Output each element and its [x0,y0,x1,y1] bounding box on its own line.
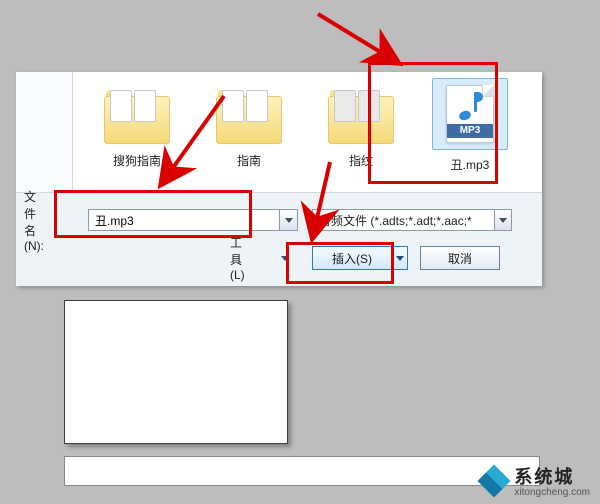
cancel-button[interactable]: 取消 [420,246,500,270]
tools-label: 工具(L) [230,234,245,282]
filter-text: 音频文件 (*.adts;*.adt;*.aac;* [319,212,472,229]
background-panel [16,300,576,486]
file-type-filter[interactable]: 音频文件 (*.adts;*.adt;*.aac;* [312,209,512,231]
chevron-down-icon [499,218,507,223]
tools-dropdown-button[interactable] [276,247,294,269]
chevron-down-icon [285,218,293,223]
filename-label: 文件名(N): [24,188,44,253]
mp3-badge: MP3 [447,124,493,138]
folder-item[interactable]: 指纹 [311,88,411,169]
folder-icon [216,88,282,144]
places-bar[interactable] [16,72,72,192]
filename-input[interactable] [88,209,280,231]
preview-box [64,300,288,444]
bottom-strip [64,456,540,486]
insert-button[interactable]: 插入(S) [312,246,408,270]
folder-label: 指纹 [311,152,411,169]
filter-dropdown-button[interactable] [494,210,511,230]
chevron-down-icon [281,256,289,261]
selection-highlight: MP3 [432,78,508,150]
watermark-url: xitongcheng.com [514,487,590,498]
file-listing[interactable]: 搜狗指南 指南 指纹 [72,72,542,192]
mp3-file-icon: MP3 [446,85,494,143]
cancel-button-label: 取消 [448,250,472,267]
folder-item[interactable]: 搜狗指南 [87,88,187,169]
watermark-title: 系统城 [514,463,590,489]
folder-label: 指南 [199,152,299,169]
filename-dropdown-button[interactable] [280,209,298,231]
file-item-mp3[interactable]: MP3 丑.mp3 [425,78,515,173]
file-label: 丑.mp3 [425,156,515,173]
folder-icon [104,88,170,144]
folder-label: 搜狗指南 [87,152,187,169]
file-open-dialog: 搜狗指南 指南 指纹 [16,72,542,286]
chevron-down-icon [396,256,404,261]
dialog-form-area: 文件名(N): 音频文件 (*.adts;*.adt;*.aac;* 工具(L)… [16,192,542,286]
folder-item[interactable]: 指南 [199,88,299,169]
folder-icon [328,88,394,144]
watermark-logo-icon [480,467,508,495]
insert-split-button[interactable] [391,247,407,269]
watermark: 系统城 xitongcheng.com [480,463,590,498]
insert-button-label: 插入(S) [332,250,372,267]
